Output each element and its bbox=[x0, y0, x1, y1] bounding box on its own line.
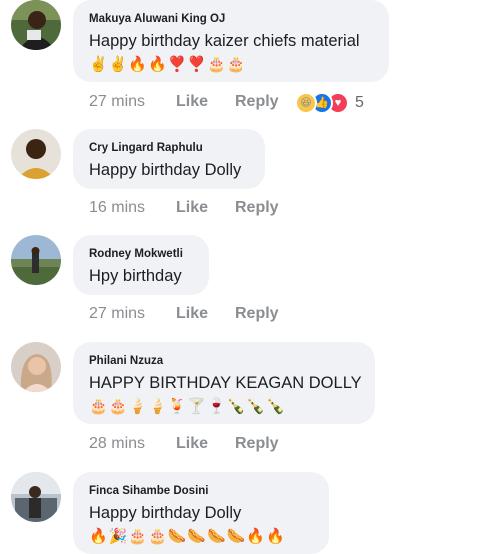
reply-button[interactable]: Reply bbox=[235, 304, 279, 324]
like-button[interactable]: Like bbox=[176, 434, 235, 454]
timestamp[interactable]: 28 mins bbox=[89, 434, 176, 454]
avatar[interactable] bbox=[11, 342, 61, 392]
emoji-text: ✌️✌️🔥🔥❣️❣️🎂🎂 bbox=[89, 55, 247, 73]
comment-bubble: Rodney Mokwetli Hpy birthday bbox=[73, 235, 209, 295]
comment-text: HAPPY BIRTHDAY KEAGAN DOLLY bbox=[89, 374, 362, 392]
reply-button[interactable]: Reply bbox=[235, 92, 279, 112]
comment-bubble: Makuya Aluwani King OJ Happy birthday ka… bbox=[73, 0, 389, 82]
comment-actions: 16 mins Like Reply bbox=[89, 198, 279, 218]
comment-text: Happy birthday Dolly bbox=[89, 161, 242, 179]
avatar[interactable] bbox=[11, 472, 61, 522]
like-button[interactable]: Like bbox=[176, 92, 235, 112]
timestamp[interactable]: 16 mins bbox=[89, 198, 176, 218]
reply-button[interactable]: Reply bbox=[235, 434, 279, 454]
author-name[interactable]: Finca Sihambe Dosini bbox=[89, 484, 313, 498]
haha-icon: 😆 bbox=[295, 92, 317, 114]
comment-actions: 27 mins Like Reply bbox=[89, 304, 279, 324]
like-button[interactable]: Like bbox=[176, 198, 235, 218]
reaction-count: 5 bbox=[355, 94, 364, 111]
comment-bubble: Cry Lingard Raphulu Happy birthday Dolly bbox=[73, 129, 265, 189]
timestamp[interactable]: 27 mins bbox=[89, 92, 176, 112]
author-name[interactable]: Makuya Aluwani King OJ bbox=[89, 12, 373, 26]
comment-text: Happy birthday Dolly bbox=[89, 504, 242, 522]
comment-text: Hpy birthday bbox=[89, 267, 182, 285]
reaction-summary[interactable]: 😆 👍 ♥ 5 bbox=[295, 92, 364, 114]
comment-bubble: Finca Sihambe Dosini Happy birthday Doll… bbox=[73, 472, 329, 554]
emoji-text: 🔥🎉🎂🎂🌭🌭🌭🌭🔥🔥 bbox=[89, 527, 286, 545]
reply-button[interactable]: Reply bbox=[235, 198, 279, 218]
comment-text: Happy birthday kaizer chiefs material bbox=[89, 32, 360, 50]
comment-actions: 28 mins Like Reply bbox=[89, 434, 279, 454]
comment-actions: 27 mins Like Reply 😆 👍 ♥ 5 bbox=[89, 92, 479, 114]
comment-bubble: Philani Nzuza HAPPY BIRTHDAY KEAGAN DOLL… bbox=[73, 342, 375, 424]
like-button[interactable]: Like bbox=[176, 304, 235, 324]
avatar[interactable] bbox=[11, 235, 61, 285]
author-name[interactable]: Philani Nzuza bbox=[89, 354, 359, 368]
timestamp[interactable]: 27 mins bbox=[89, 304, 176, 324]
emoji-text: 🎂🎂🍦🍦🍹🍸🍷🍾🍾🍾 bbox=[89, 397, 286, 415]
author-name[interactable]: Cry Lingard Raphulu bbox=[89, 141, 249, 155]
author-name[interactable]: Rodney Mokwetli bbox=[89, 247, 193, 261]
avatar[interactable] bbox=[11, 0, 61, 50]
avatar[interactable] bbox=[11, 129, 61, 179]
